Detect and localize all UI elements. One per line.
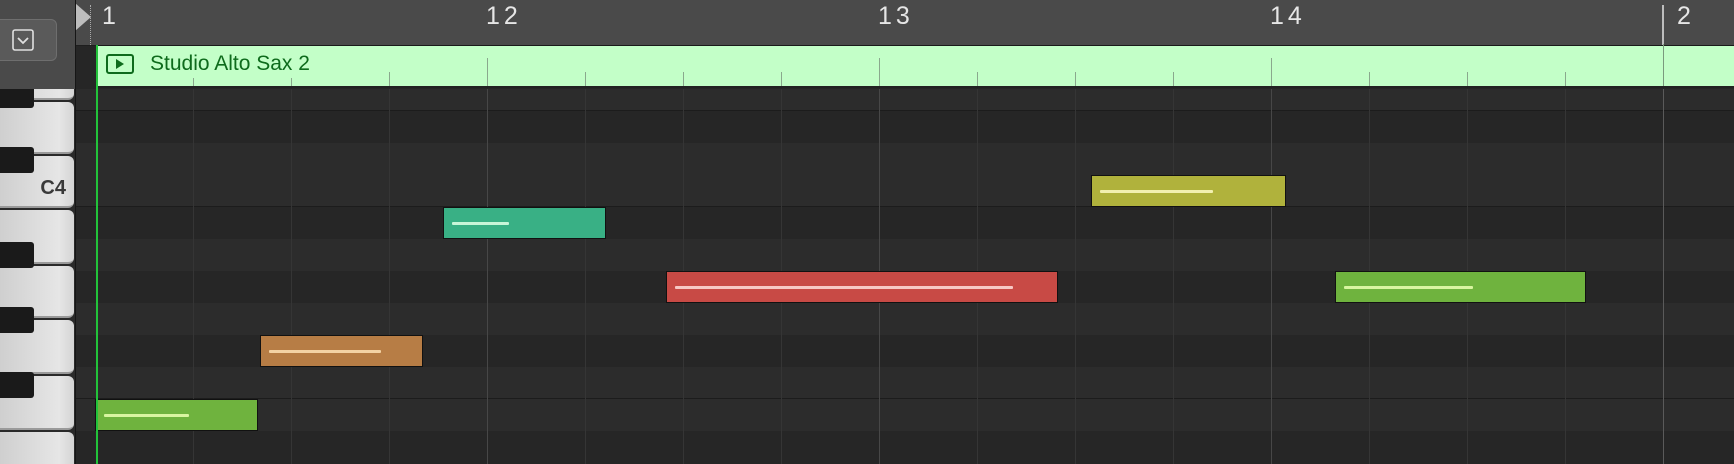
key-lane xyxy=(75,239,1734,271)
lane-divider xyxy=(75,398,1734,399)
bar-line xyxy=(1271,89,1272,464)
region-tick xyxy=(291,78,292,86)
midi-note[interactable] xyxy=(443,207,606,239)
midi-note[interactable] xyxy=(666,271,1058,303)
key-lane xyxy=(75,143,1734,175)
region-tick xyxy=(585,72,586,86)
key-label-c4: C4 xyxy=(40,177,66,199)
bar-number: 2 xyxy=(1677,2,1695,30)
midi-note[interactable] xyxy=(1091,175,1286,207)
region-tick xyxy=(1271,58,1272,86)
piano-keyboard[interactable]: C4 xyxy=(0,0,76,464)
region-tick xyxy=(977,72,978,86)
grid-line xyxy=(1173,89,1174,464)
grid-line xyxy=(389,89,390,464)
key-lane xyxy=(75,367,1734,399)
keyboard-header xyxy=(0,0,75,89)
note-grid[interactable] xyxy=(75,89,1734,464)
key-lane xyxy=(75,207,1734,239)
view-menu-button[interactable] xyxy=(0,19,57,61)
piano-roll-editor: 1 12 13 14 2 Studio Alto Sax 2 C4 xyxy=(0,0,1734,464)
locator-line xyxy=(90,5,91,45)
region-tick xyxy=(389,72,390,86)
velocity-line xyxy=(1100,190,1213,193)
region-tick xyxy=(487,58,488,86)
bar-number: 1 xyxy=(102,2,120,30)
bar-number: 14 xyxy=(1270,2,1306,30)
key-lane xyxy=(75,175,1734,207)
region-start-line xyxy=(96,45,98,464)
key-lane xyxy=(75,111,1734,143)
velocity-line xyxy=(1344,286,1473,289)
lane-divider xyxy=(75,110,1734,111)
bar-line xyxy=(487,89,488,464)
grid-line xyxy=(291,89,292,464)
piano-key-black[interactable] xyxy=(0,372,34,398)
velocity-line xyxy=(104,414,189,417)
region-tick xyxy=(1663,44,1664,86)
region-header[interactable]: Studio Alto Sax 2 xyxy=(96,44,1734,88)
lane-divider xyxy=(75,206,1734,207)
region-tick xyxy=(879,58,880,86)
velocity-line xyxy=(452,222,509,225)
midi-note[interactable] xyxy=(260,335,423,367)
grid-line xyxy=(1075,89,1076,464)
region-tick xyxy=(1467,72,1468,86)
grid-line xyxy=(585,89,586,464)
region-tick xyxy=(1075,72,1076,86)
region-tick xyxy=(1369,72,1370,86)
piano-key-black[interactable] xyxy=(0,307,34,333)
piano-key-white[interactable] xyxy=(0,432,74,464)
bar-marker xyxy=(1662,5,1664,45)
piano-key-black[interactable] xyxy=(0,242,34,268)
midi-note[interactable] xyxy=(95,399,258,431)
timeline-ruler[interactable]: 1 12 13 14 2 xyxy=(75,0,1734,46)
region-play-icon[interactable] xyxy=(106,54,134,74)
region-tick xyxy=(683,72,684,86)
key-lane xyxy=(75,303,1734,335)
velocity-line xyxy=(675,286,1013,289)
region-tick xyxy=(781,72,782,86)
key-lane xyxy=(75,399,1734,431)
region-title: Studio Alto Sax 2 xyxy=(150,52,310,75)
region-tick xyxy=(1565,72,1566,86)
region-tick xyxy=(193,78,194,86)
midi-note[interactable] xyxy=(1335,271,1586,303)
playhead-marker-icon[interactable] xyxy=(75,3,91,31)
bar-number: 13 xyxy=(878,2,914,30)
key-lane xyxy=(75,431,1734,464)
region-end-line xyxy=(1663,89,1664,464)
key-lane xyxy=(75,89,1734,111)
bar-number: 12 xyxy=(486,2,522,30)
chevron-down-box-icon xyxy=(12,29,34,51)
piano-key-black[interactable] xyxy=(0,147,34,173)
velocity-line xyxy=(269,350,381,353)
region-tick xyxy=(1173,72,1174,86)
